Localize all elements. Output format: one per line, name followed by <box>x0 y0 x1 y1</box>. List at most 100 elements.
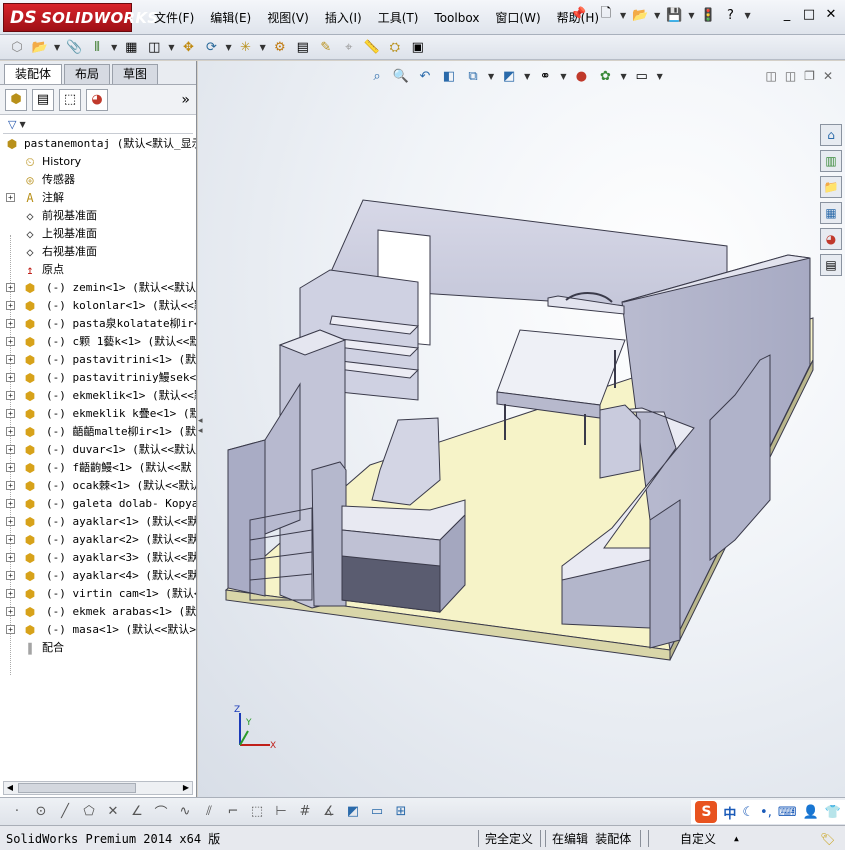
punctuation-icon[interactable]: •, <box>760 805 772 820</box>
bom-icon[interactable]: ▤ <box>294 38 312 56</box>
skin-icon[interactable]: 👕 <box>825 805 841 820</box>
tree-item[interactable]: + ⬢ (-) ekmeklik k疊e<1> (默认 <box>0 405 196 423</box>
tree-item[interactable]: + ⬢ (-) kolonlar<1> (默认<<默认 <box>0 297 196 315</box>
property-manager-icon[interactable]: ▤ <box>32 88 54 111</box>
menu-file[interactable]: 文件(F) <box>146 9 202 27</box>
save-icon[interactable]: 💾 <box>666 6 682 24</box>
tree-item[interactable]: ◎ 传感器 <box>0 171 196 189</box>
minimize-button[interactable]: _ <box>779 7 795 22</box>
tree-item[interactable]: + ⬢ (-) virtin cam<1> (默认<< <box>0 585 196 603</box>
expand-toggle-icon[interactable]: + <box>6 355 15 364</box>
filter-icon[interactable]: ▽ <box>8 118 16 131</box>
feature-tree-icon[interactable]: ⬢ <box>5 88 27 111</box>
scroll-thumb[interactable] <box>18 783 136 793</box>
tile-windows-icon[interactable]: ⊞ <box>392 803 410 821</box>
tree-root[interactable]: ⬢ pastanemontaj (默认<默认_显示 <box>0 135 196 153</box>
shaded-view-icon[interactable]: ◩ <box>344 803 362 821</box>
expand-toggle-icon[interactable]: + <box>6 481 15 490</box>
ime-language[interactable]: 中 <box>723 803 736 822</box>
tree-item[interactable]: ◇ 前视基准面 <box>0 207 196 225</box>
scroll-right-icon[interactable]: ▶ <box>180 782 192 794</box>
angle-icon[interactable]: ∠ <box>128 803 146 821</box>
tree-item[interactable]: + ⬢ (-) ayaklar<3> (默认<<默 <box>0 549 196 567</box>
menu-edit[interactable]: 编辑(E) <box>202 9 259 27</box>
tree-item[interactable]: + ⬢ (-) duvar<1> (默认<<默认>_ <box>0 441 196 459</box>
expand-toggle-icon[interactable]: + <box>6 607 15 616</box>
tree-item[interactable]: + A 注解 <box>0 189 196 207</box>
menu-window[interactable]: 窗口(W) <box>487 9 548 27</box>
tree-item[interactable]: + ⬢ (-) ekmeklik<1> (默认<<默 <box>0 387 196 405</box>
folder-open-icon[interactable]: 📂 <box>31 38 49 56</box>
expand-toggle-icon[interactable]: + <box>6 373 15 382</box>
tree-item[interactable]: + ⬢ (-) pastavitrini<1> (默认 <box>0 351 196 369</box>
chevron-down-icon[interactable]: ▼ <box>688 11 694 20</box>
tree-item[interactable]: + ⬢ (-) ayaklar<1> (默认<<默 <box>0 513 196 531</box>
chevron-down-icon[interactable]: ▼ <box>168 43 174 52</box>
rotate-icon[interactable]: ⟳ <box>202 38 220 56</box>
expand-toggle-icon[interactable]: + <box>6 193 15 202</box>
tree-item[interactable]: + ⬢ (-) f齬齣鰻<1> (默认<<默 <box>0 459 196 477</box>
chevron-down-icon[interactable]: ▼ <box>654 11 660 20</box>
solidworks-logo[interactable]: DS SOLIDWORKS <box>3 3 158 32</box>
slash-icon[interactable]: ⫽ <box>200 803 218 821</box>
sogou-logo[interactable]: S <box>695 801 718 823</box>
component-icon[interactable]: ▦ <box>122 38 140 56</box>
chevron-down-icon[interactable]: ▼ <box>744 11 750 20</box>
tree-item[interactable]: + ⬢ (-) ayaklar<4> (默认<<默 <box>0 567 196 585</box>
pin-icon[interactable]: 📌 <box>570 7 586 22</box>
chevron-down-icon[interactable]: ▼ <box>54 43 60 52</box>
expand-toggle-icon[interactable]: + <box>6 301 15 310</box>
tree-item[interactable]: + ⬢ (-) ayaklar<2> (默认<<默 <box>0 531 196 549</box>
tree-item[interactable]: ∥ 配合 <box>0 639 196 657</box>
pattern-icon[interactable]: ◫ <box>145 38 163 56</box>
expand-toggle-icon[interactable]: + <box>6 589 15 598</box>
expand-toggle-icon[interactable]: + <box>6 553 15 562</box>
tree-item[interactable]: + ⬢ (-) pasta泉kolatate柳ir<1> <box>0 315 196 333</box>
scroll-left-icon[interactable]: ◀ <box>4 782 16 794</box>
part-icon[interactable]: ⬡ <box>8 38 26 56</box>
grid-icon[interactable]: # <box>296 803 314 821</box>
expand-toggle-icon[interactable]: + <box>6 445 15 454</box>
tree-item[interactable]: ⏲ History <box>0 153 196 171</box>
relation-icon[interactable]: ∡ <box>320 803 338 821</box>
expand-toggle-icon[interactable]: + <box>6 571 15 580</box>
options-icon[interactable]: ▣ <box>409 38 427 56</box>
units-up-icon[interactable]: ▲ <box>734 830 739 848</box>
line-icon[interactable]: ╱ <box>56 803 74 821</box>
bakery-assembly-model[interactable] <box>198 61 845 797</box>
materials-icon[interactable]: ⛭ <box>386 38 404 56</box>
trim-icon[interactable]: ✕ <box>104 803 122 821</box>
arc-icon[interactable]: ⌒ <box>152 803 170 821</box>
view-window-icon[interactable]: ▭ <box>368 803 386 821</box>
chevron-down-icon[interactable]: ▼ <box>225 43 231 52</box>
measure-icon[interactable]: 📏 <box>363 38 381 56</box>
expand-toggle-icon[interactable]: + <box>6 535 15 544</box>
moon-icon[interactable]: ☾ <box>742 805 754 820</box>
menu-tools[interactable]: 工具(T) <box>370 9 427 27</box>
tree-item[interactable]: + ⬢ (-) pastavitriniy鰻sek<1> <box>0 369 196 387</box>
display-manager-icon[interactable]: ◕ <box>86 88 108 111</box>
configuration-manager-icon[interactable]: ⬚ <box>59 88 81 111</box>
help-icon[interactable]: ? <box>722 6 738 24</box>
tab-assembly[interactable]: 装配体 <box>4 64 63 84</box>
maximize-button[interactable]: □ <box>801 7 817 22</box>
spline-icon[interactable]: ∿ <box>176 803 194 821</box>
rectangle-icon[interactable]: ⬚ <box>248 803 266 821</box>
expand-toggle-icon[interactable]: + <box>6 463 15 472</box>
tab-sketch[interactable]: 草图 <box>112 64 159 84</box>
rebuild-tag-icon[interactable]: 🏷 <box>820 830 835 848</box>
expand-toggle-icon[interactable]: + <box>6 427 15 436</box>
close-button[interactable]: ✕ <box>823 7 839 22</box>
chevron-down-icon[interactable]: ▼ <box>260 43 266 52</box>
expand-toggle-icon[interactable]: + <box>6 391 15 400</box>
explode-icon[interactable]: ✳ <box>237 38 255 56</box>
user-icon[interactable]: 👤 <box>803 805 819 820</box>
chevron-down-icon[interactable]: ▼ <box>19 120 25 129</box>
tree-item[interactable]: + ⬢ (-) 齬齬malte柳ir<1> (默认 <box>0 423 196 441</box>
expand-toggle-icon[interactable]: + <box>6 499 15 508</box>
expand-toggle-icon[interactable]: + <box>6 283 15 292</box>
panel-horizontal-scrollbar[interactable]: ◀ ▶ <box>3 781 193 795</box>
graphics-area[interactable]: ◂ ◂ ⌕ 🔍 ↶ ◧ ⧉ ▼ ◩ ▼ ⚭ ▼ ● ✿ ▼ ▭ ▼ ◫ ◫ ❐ ✕ ⌂ ▥ … <box>198 61 845 797</box>
tree-item[interactable]: + ⬢ (-) zemin<1> (默认<<默认>_ <box>0 279 196 297</box>
tree-item[interactable]: + ⬢ (-) masa<1> (默认<<默认>_ <box>0 621 196 639</box>
